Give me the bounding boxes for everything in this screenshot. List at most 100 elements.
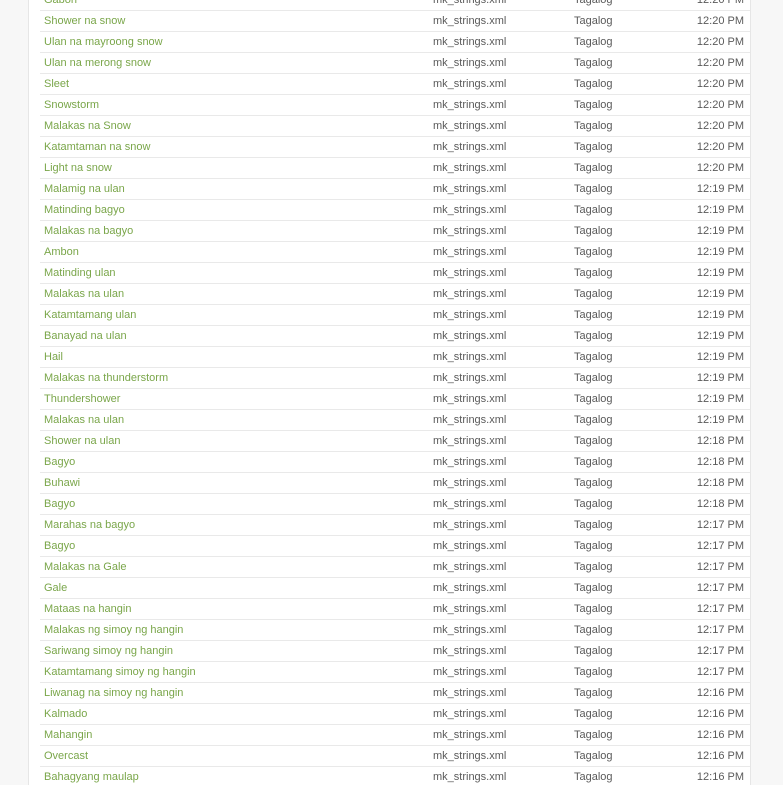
list-row[interactable]: Malamig na ulan mk_strings.xml Tagalog 12:1… [40, 179, 750, 200]
file-name: mk_strings.xml [433, 519, 507, 531]
string-link[interactable]: Sleet [44, 74, 69, 94]
language-name: Tagalog [574, 78, 613, 90]
list-row[interactable]: Marahas na bagyo mk_strings.xml Tagalog 12:… [40, 515, 750, 536]
string-link[interactable]: Mahangin [44, 725, 92, 745]
list-row[interactable]: Shower na ulan mk_strings.xml Tagalog 12:18… [40, 431, 750, 452]
list-row[interactable]: Liwanag na simoy ng hangin mk_strings.xml… [40, 683, 750, 704]
string-link[interactable]: Liwanag na simoy ng hangin [44, 683, 183, 703]
list-row[interactable]: Katamtamang ulan mk_strings.xml Tagalog 12:… [40, 305, 750, 326]
language-name: Tagalog [574, 36, 613, 48]
string-link[interactable]: Bagyo [44, 536, 75, 556]
string-link[interactable]: Banayad na ulan [44, 326, 127, 346]
file-name: mk_strings.xml [433, 309, 507, 321]
language-name: Tagalog [574, 393, 613, 405]
string-link[interactable]: Katamtamang ulan [44, 305, 136, 325]
string-link[interactable]: Malakas na bagyo [44, 221, 133, 241]
list-row[interactable]: Ulan na merong snow mk_strings.xml Tagalog… [40, 53, 750, 74]
string-link[interactable]: Matinding ulan [44, 263, 116, 283]
list-row[interactable]: Malakas na ulan mk_strings.xml Tagalog 12:1… [40, 284, 750, 305]
string-link[interactable]: Light na snow [44, 158, 112, 178]
string-link[interactable]: Buhawi [44, 473, 80, 493]
list-row[interactable]: Gabon mk_strings.xml Tagalog 12:20 PM [40, 0, 750, 11]
string-link[interactable]: Snowstorm [44, 95, 99, 115]
string-link[interactable]: Bagyo [44, 452, 75, 472]
list-row[interactable]: Matinding ulan mk_strings.xml Tagalog 12:19… [40, 263, 750, 284]
list-row[interactable]: Buhawi mk_strings.xml Tagalog 12:18 PM [40, 473, 750, 494]
list-row[interactable]: Matinding bagyo mk_strings.xml Tagalog 12:1… [40, 200, 750, 221]
file-name: mk_strings.xml [433, 225, 507, 237]
list-row[interactable]: Katamtamang simoy ng hangin mk_strings.xm… [40, 662, 750, 683]
timestamp: 12:19 PM [696, 246, 744, 258]
file-name: mk_strings.xml [433, 267, 507, 279]
timestamp: 12:20 PM [696, 0, 744, 6]
list-row[interactable]: Light na snow mk_strings.xml Tagalog 12:20 … [40, 158, 750, 179]
list-row[interactable]: Shower na snow mk_strings.xml Tagalog 12:20… [40, 11, 750, 32]
string-link[interactable]: Ambon [44, 242, 79, 262]
list-row[interactable]: Bagyo mk_strings.xml Tagalog 12:17 PM [40, 536, 750, 557]
list-row[interactable]: Banayad na ulan mk_strings.xml Tagalog 12:1… [40, 326, 750, 347]
list-row[interactable]: Sleet mk_strings.xml Tagalog 12:20 PM [40, 74, 750, 95]
string-link[interactable]: Sariwang simoy ng hangin [44, 641, 173, 661]
list-row[interactable]: Gale mk_strings.xml Tagalog 12:17 PM [40, 578, 750, 599]
string-link[interactable]: Malakas ng simoy ng hangin [44, 620, 183, 640]
list-row[interactable]: Overcast mk_strings.xml Tagalog 12:16 PM [40, 746, 750, 767]
timestamp: 12:19 PM [696, 204, 744, 216]
timestamp: 12:19 PM [696, 309, 744, 321]
list-row[interactable]: Ulan na mayroong snow mk_strings.xml Tagal… [40, 32, 750, 53]
language-name: Tagalog [574, 666, 613, 678]
string-link[interactable]: Matinding bagyo [44, 200, 125, 220]
string-link[interactable]: Malakas na ulan [44, 284, 124, 304]
string-link[interactable]: Bagyo [44, 494, 75, 514]
list-row[interactable]: Snowstorm mk_strings.xml Tagalog 12:20 PM [40, 95, 750, 116]
list-row[interactable]: Malakas na thunderstorm mk_strings.xml Tag… [40, 368, 750, 389]
file-name: mk_strings.xml [433, 351, 507, 363]
string-link[interactable]: Hail [44, 347, 63, 367]
list-row[interactable]: Bagyo mk_strings.xml Tagalog 12:18 PM [40, 494, 750, 515]
string-link[interactable]: Thundershower [44, 389, 120, 409]
string-link[interactable]: Katamtamang simoy ng hangin [44, 662, 196, 682]
list-row[interactable]: Hail mk_strings.xml Tagalog 12:19 PM [40, 347, 750, 368]
string-link[interactable]: Gale [44, 578, 67, 598]
string-link[interactable]: Shower na ulan [44, 431, 120, 451]
string-link[interactable]: Kalmado [44, 704, 87, 724]
string-link[interactable]: Bahagyang maulap [44, 767, 139, 785]
timestamp: 12:19 PM [696, 330, 744, 342]
list-row[interactable]: Bagyo mk_strings.xml Tagalog 12:18 PM [40, 452, 750, 473]
list-row[interactable]: Mahangin mk_strings.xml Tagalog 12:16 PM [40, 725, 750, 746]
list-row[interactable]: Malakas na Snow mk_strings.xml Tagalog 12:2… [40, 116, 750, 137]
string-link[interactable]: Katamtaman na snow [44, 137, 150, 157]
list-row[interactable]: Bahagyang maulap mk_strings.xml Tagalog 12:… [40, 767, 750, 785]
string-link[interactable]: Gabon [44, 0, 77, 10]
string-link[interactable]: Shower na snow [44, 11, 125, 31]
string-history-list: Gabon mk_strings.xml Tagalog 12:20 PM Shower… [40, 0, 750, 785]
string-link[interactable]: Malakas na Gale [44, 557, 127, 577]
string-link[interactable]: Malakas na thunderstorm [44, 368, 168, 388]
language-name: Tagalog [574, 645, 613, 657]
list-row[interactable]: Malakas ng simoy ng hangin mk_strings.xml… [40, 620, 750, 641]
list-row[interactable]: Thundershower mk_strings.xml Tagalog 12:19 … [40, 389, 750, 410]
file-name: mk_strings.xml [433, 141, 507, 153]
list-row[interactable]: Mataas na hangin mk_strings.xml Tagalog 12:… [40, 599, 750, 620]
list-row[interactable]: Malakas na Gale mk_strings.xml Tagalog 12:1… [40, 557, 750, 578]
string-link[interactable]: Malakas na ulan [44, 410, 124, 430]
timestamp: 12:16 PM [696, 687, 744, 699]
timestamp: 12:19 PM [696, 225, 744, 237]
language-name: Tagalog [574, 57, 613, 69]
string-link[interactable]: Mataas na hangin [44, 599, 131, 619]
string-link[interactable]: Marahas na bagyo [44, 515, 135, 535]
list-row[interactable]: Kalmado mk_strings.xml Tagalog 12:16 PM [40, 704, 750, 725]
list-row[interactable]: Ambon mk_strings.xml Tagalog 12:19 PM [40, 242, 750, 263]
string-link[interactable]: Overcast [44, 746, 88, 766]
list-row[interactable]: Sariwang simoy ng hangin mk_strings.xml Ta… [40, 641, 750, 662]
string-link[interactable]: Ulan na mayroong snow [44, 32, 163, 52]
file-name: mk_strings.xml [433, 120, 507, 132]
string-link[interactable]: Malakas na Snow [44, 116, 131, 136]
list-row[interactable]: Malakas na bagyo mk_strings.xml Tagalog 12:… [40, 221, 750, 242]
list-row[interactable]: Malakas na ulan mk_strings.xml Tagalog 12:1… [40, 410, 750, 431]
string-link[interactable]: Ulan na merong snow [44, 53, 151, 73]
file-name: mk_strings.xml [433, 57, 507, 69]
list-row[interactable]: Katamtaman na snow mk_strings.xml Tagalog 1… [40, 137, 750, 158]
file-name: mk_strings.xml [433, 540, 507, 552]
language-name: Tagalog [574, 267, 613, 279]
string-link[interactable]: Malamig na ulan [44, 179, 125, 199]
